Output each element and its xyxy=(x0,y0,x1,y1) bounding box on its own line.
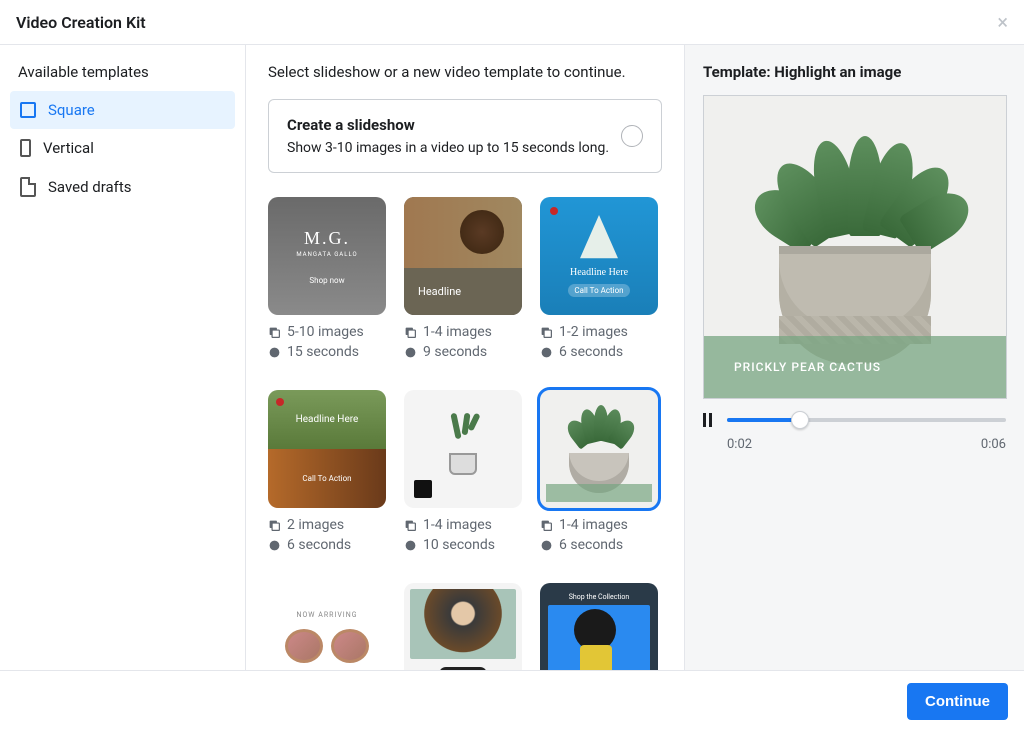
vertical-icon xyxy=(20,139,31,157)
clock-icon xyxy=(268,346,281,359)
modal-footer: Continue xyxy=(0,670,1024,732)
template-duration: 6 seconds xyxy=(559,536,623,556)
preview-panel: Template: Highlight an image PRICKLY PEA… xyxy=(684,45,1024,670)
template-card[interactable]: Headline 1-4 images 9 seconds xyxy=(404,197,522,362)
images-icon xyxy=(404,519,417,532)
preview-title: Template: Highlight an image xyxy=(703,63,1006,81)
slideshow-radio[interactable] xyxy=(621,125,643,147)
images-icon xyxy=(404,326,417,339)
create-slideshow-card[interactable]: Create a slideshow Show 3-10 images in a… xyxy=(268,99,662,173)
template-card[interactable]: 1-4 images 10 seconds xyxy=(404,390,522,555)
current-time: 0:02 xyxy=(727,437,752,452)
clock-icon xyxy=(540,539,553,552)
video-creation-kit-modal: Video Creation Kit × Available templates… xyxy=(0,0,1024,732)
template-card-selected[interactable]: 1-4 images 6 seconds xyxy=(540,390,658,555)
template-card[interactable]: Headline Here Call To Action 2 images 6 … xyxy=(268,390,386,555)
images-icon xyxy=(540,326,553,339)
sidebar-item-saved-drafts[interactable]: Saved drafts xyxy=(10,167,235,207)
template-images-count: 1-4 images xyxy=(423,516,492,536)
template-thumbnail: Headline xyxy=(404,197,522,315)
template-images-count: 2 images xyxy=(287,516,344,536)
instruction-text: Select slideshow or a new video template… xyxy=(268,63,662,81)
slideshow-title: Create a slideshow xyxy=(287,116,609,134)
clock-icon xyxy=(268,539,281,552)
continue-button[interactable]: Continue xyxy=(907,683,1008,720)
template-thumbnail: Headline Here Call To Action xyxy=(540,197,658,315)
template-card[interactable]: M.G. MANGATA GALLO Shop now 5-10 images … xyxy=(268,197,386,362)
sidebar-item-vertical[interactable]: Vertical xyxy=(10,129,235,167)
modal-header: Video Creation Kit × xyxy=(0,0,1024,45)
template-card[interactable]: Headline Here Call To Action 1-2 images … xyxy=(540,197,658,362)
clock-icon xyxy=(404,346,417,359)
template-duration: 6 seconds xyxy=(559,343,623,363)
templates-grid: M.G. MANGATA GALLO Shop now 5-10 images … xyxy=(268,197,662,670)
slideshow-description: Show 3-10 images in a video up to 15 sec… xyxy=(287,140,609,156)
template-images-count: 1-2 images xyxy=(559,323,628,343)
template-thumbnail: M.G. MANGATA GALLO Shop now xyxy=(268,197,386,315)
square-icon xyxy=(20,102,36,118)
template-duration: 10 seconds xyxy=(423,536,495,556)
video-player-controls xyxy=(703,413,1006,427)
template-images-count: 5-10 images xyxy=(287,323,364,343)
template-thumbnail: Shop Now The Autumn Collection xyxy=(404,583,522,670)
modal-body: Available templates Square Vertical Save… xyxy=(0,45,1024,670)
template-thumbnail: Shop the Collection Today is our biggest… xyxy=(540,583,658,670)
drafts-icon xyxy=(20,177,36,197)
sidebar-item-square[interactable]: Square xyxy=(10,91,235,129)
slider-knob[interactable] xyxy=(791,411,809,429)
images-icon xyxy=(268,326,281,339)
progress-slider[interactable] xyxy=(727,418,1006,422)
images-icon xyxy=(540,519,553,532)
template-thumbnail xyxy=(404,390,522,508)
template-card[interactable]: NOW ARRIVING Inda 1-3 images 6 seconds xyxy=(268,583,386,670)
template-thumbnail: Headline Here Call To Action xyxy=(268,390,386,508)
sidebar-item-label: Vertical xyxy=(43,139,94,157)
total-time: 0:06 xyxy=(981,437,1006,452)
template-duration: 9 seconds xyxy=(423,343,487,363)
template-card[interactable]: Shop the Collection Today is our biggest… xyxy=(540,583,658,670)
images-icon xyxy=(268,519,281,532)
template-duration: 6 seconds xyxy=(287,536,351,556)
clock-icon xyxy=(404,539,417,552)
template-thumbnail: NOW ARRIVING Inda xyxy=(268,583,386,670)
clock-icon xyxy=(540,346,553,359)
pause-button[interactable] xyxy=(703,413,713,427)
sidebar-heading: Available templates xyxy=(10,55,235,91)
close-icon[interactable]: × xyxy=(997,12,1008,32)
template-images-count: 1-4 images xyxy=(423,323,492,343)
preview-video[interactable]: PRICKLY PEAR CACTUS xyxy=(703,95,1007,399)
template-card[interactable]: Shop Now The Autumn Collection 1-2 image… xyxy=(404,583,522,670)
template-images-count: 1-4 images xyxy=(559,516,628,536)
sidebar: Available templates Square Vertical Save… xyxy=(0,45,246,670)
sidebar-item-label: Square xyxy=(48,101,95,119)
preview-caption: PRICKLY PEAR CACTUS xyxy=(734,360,881,374)
template-thumbnail xyxy=(540,390,658,508)
sidebar-item-label: Saved drafts xyxy=(48,178,132,196)
template-duration: 15 seconds xyxy=(287,343,359,363)
template-picker: Select slideshow or a new video template… xyxy=(246,45,684,670)
modal-title: Video Creation Kit xyxy=(16,13,146,32)
